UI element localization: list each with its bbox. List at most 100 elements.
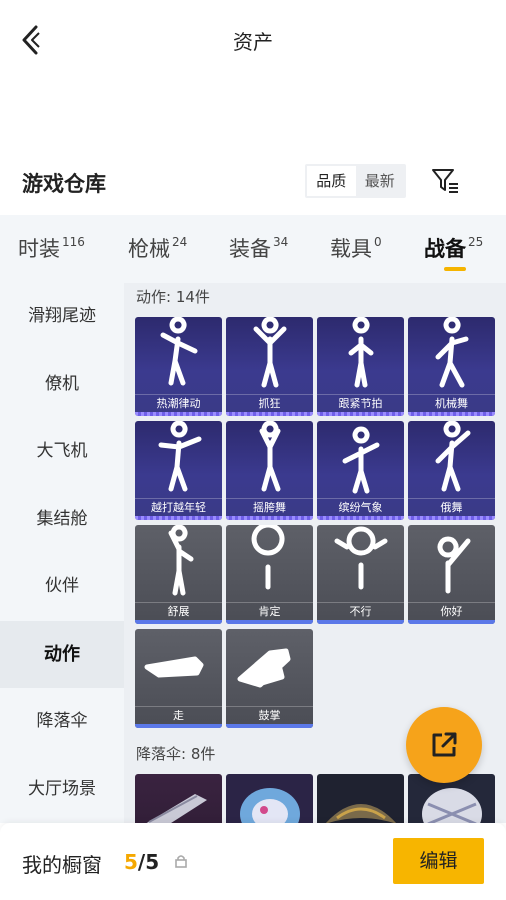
emote-figure-icon	[435, 421, 471, 492]
warehouse-bar: 游戏仓库 品质 最新	[0, 160, 506, 215]
sidebar-item-emotes[interactable]: 动作	[0, 620, 124, 688]
emote-figure-icon	[251, 525, 285, 590]
emote-figure-icon	[253, 317, 287, 388]
tab-label: 时装	[18, 237, 60, 261]
sidebar-item-plane[interactable]: 大飞机	[0, 418, 124, 486]
emote-card[interactable]: 越打越年轻	[135, 421, 222, 520]
tab-battle-prep[interactable]: 战备 25	[424, 233, 483, 263]
page-title: 资产	[233, 30, 273, 54]
tab-count: 25	[468, 235, 484, 249]
tab-weapons[interactable]: 枪械 24	[128, 233, 187, 263]
emote-figure-icon	[158, 421, 202, 492]
emote-figure-icon	[237, 648, 291, 688]
emote-name: 俄舞	[408, 498, 495, 516]
emotes-section-title: 动作: 14件	[136, 288, 210, 306]
rarity-stripe	[135, 724, 222, 728]
emote-figure-icon	[348, 317, 374, 388]
emote-figure-icon	[437, 536, 471, 594]
emote-figure-icon	[334, 526, 388, 590]
parachute-preview-icon	[240, 788, 300, 823]
tab-count: 24	[172, 235, 188, 249]
share-external-icon	[432, 732, 457, 757]
emote-card[interactable]: 热潮律动	[135, 317, 222, 416]
emote-name: 舒展	[135, 602, 222, 620]
emote-name: 摇胯舞	[226, 498, 313, 516]
emote-card[interactable]: 舒展	[135, 525, 222, 624]
sort-quality-button[interactable]: 品质	[307, 166, 356, 196]
tab-label: 枪械	[128, 237, 170, 261]
rarity-stripe	[135, 516, 222, 520]
tab-count: 116	[62, 235, 85, 249]
parachute-card[interactable]	[317, 774, 404, 823]
emote-name: 越打越年轻	[135, 498, 222, 516]
tab-label: 战备	[424, 237, 466, 261]
emote-card[interactable]: 肯定	[226, 525, 313, 624]
emote-name: 走	[135, 706, 222, 724]
rarity-stripe	[408, 516, 495, 520]
rarity-stripe	[408, 412, 495, 416]
rarity-stripe	[317, 412, 404, 416]
emote-card[interactable]: 鼓掌	[226, 629, 313, 728]
emote-figure-icon	[342, 426, 380, 494]
emote-card[interactable]: 不行	[317, 525, 404, 624]
lock-icon	[175, 855, 187, 868]
emote-name: 抓狂	[226, 394, 313, 412]
parachute-section-title: 降落伞: 8件	[136, 745, 216, 763]
emote-card[interactable]: 缤纷气象	[317, 421, 404, 520]
sidebar-item-parachute[interactable]: 降落伞	[0, 688, 124, 756]
warehouse-title: 游戏仓库	[22, 172, 106, 196]
sidebar-item-glide-trail[interactable]: 滑翔尾迹	[0, 283, 124, 351]
emote-name: 跟紧节拍	[317, 394, 404, 412]
showcase-current: 5	[124, 850, 138, 874]
tab-count: 34	[273, 235, 289, 249]
header: 资产	[0, 0, 506, 80]
emote-card[interactable]: 你好	[408, 525, 495, 624]
parachute-card[interactable]	[226, 774, 313, 823]
emote-name: 热潮律动	[135, 394, 222, 412]
tab-vehicles[interactable]: 载具 0	[330, 233, 382, 263]
emote-name: 机械舞	[408, 394, 495, 412]
sidebar-item-lobby-scene[interactable]: 大厅场景	[0, 756, 124, 824]
emote-figure-icon	[168, 525, 194, 596]
filter-icon[interactable]	[430, 166, 460, 196]
parachute-card[interactable]	[135, 774, 222, 823]
sort-toggle: 品质 最新	[305, 164, 406, 198]
emote-name: 你好	[408, 602, 495, 620]
sidebar-item-companion[interactable]: 伙伴	[0, 553, 124, 621]
parachute-preview-icon	[325, 804, 397, 823]
emote-name: 缤纷气象	[317, 498, 404, 516]
rarity-stripe	[226, 620, 313, 624]
rarity-stripe	[317, 516, 404, 520]
emote-figure-icon	[144, 656, 204, 678]
active-tab-indicator	[444, 267, 466, 271]
sidebar-item-pod[interactable]: 集结舱	[0, 486, 124, 554]
emote-name: 鼓掌	[226, 706, 313, 724]
tab-fashion[interactable]: 时装 116	[18, 233, 85, 263]
sort-newest-button[interactable]: 最新	[356, 166, 405, 196]
rarity-stripe	[408, 620, 495, 624]
tab-equipment[interactable]: 装备 34	[229, 233, 288, 263]
share-button[interactable]	[406, 707, 482, 783]
emote-name: 不行	[317, 602, 404, 620]
emote-name: 肯定	[226, 602, 313, 620]
rarity-stripe	[226, 724, 313, 728]
emote-card[interactable]: 机械舞	[408, 317, 495, 416]
edit-button[interactable]: 编辑	[393, 838, 484, 884]
tab-label: 载具	[330, 237, 372, 261]
emote-card[interactable]: 摇胯舞	[226, 421, 313, 520]
tab-label: 装备	[229, 237, 271, 261]
tab-count: 0	[374, 235, 382, 249]
sidebar-item-wingman[interactable]: 僚机	[0, 351, 124, 419]
sidebar: 滑翔尾迹 僚机 大飞机 集结舱 伙伴 动作 降落伞 大厅场景	[0, 283, 124, 823]
emote-card[interactable]: 俄舞	[408, 421, 495, 520]
emote-card[interactable]: 走	[135, 629, 222, 728]
rarity-stripe	[317, 620, 404, 624]
emote-card[interactable]: 抓狂	[226, 317, 313, 416]
parachute-preview-icon	[146, 794, 207, 823]
emote-figure-icon	[435, 317, 469, 388]
showcase-count: 5/5	[124, 850, 159, 874]
rarity-stripe	[226, 516, 313, 520]
emote-figure-icon	[259, 421, 281, 492]
rarity-stripe	[135, 412, 222, 416]
emote-card[interactable]: 跟紧节拍	[317, 317, 404, 416]
